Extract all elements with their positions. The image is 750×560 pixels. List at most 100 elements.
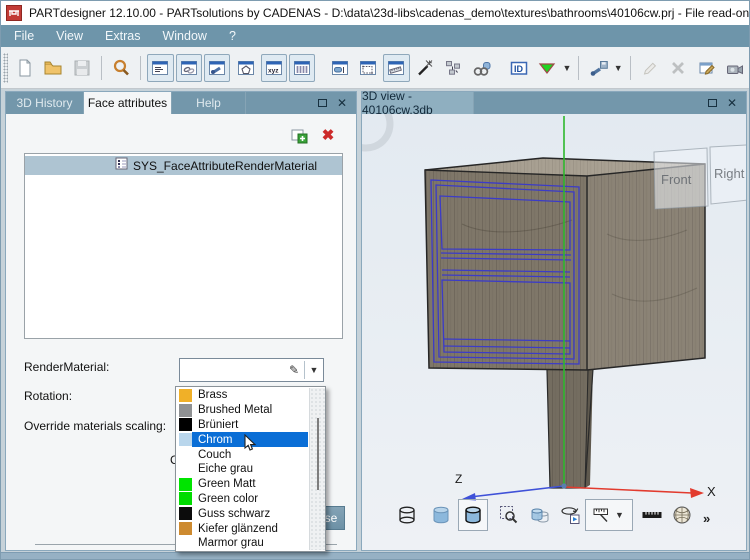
material-option[interactable]: Green Matt [176, 477, 308, 492]
window-3d-history-button[interactable] [147, 54, 173, 82]
override-scaling-label: Override materials scaling: [24, 419, 166, 433]
material-option-label: Couch [192, 447, 308, 462]
window-dimension-button[interactable] [326, 54, 352, 82]
title-bar: PARTdesigner 12.10.00 - PARTsolutions by… [1, 1, 749, 25]
toolbar-separator [630, 56, 631, 80]
search-part-button[interactable] [468, 54, 494, 82]
material-option[interactable]: Brüniert [176, 418, 308, 433]
svg-text:ID: ID [514, 63, 524, 73]
material-option[interactable]: Brushed Metal [176, 403, 308, 418]
attribute-icon [115, 157, 128, 175]
edit-pencil-button[interactable] [637, 54, 663, 82]
material-options: BrassBrushed MetalBrüniertChromCouchEich… [176, 388, 308, 551]
cylinder-wireframe-button[interactable] [392, 499, 422, 531]
dropdown-scrollbar[interactable] [309, 388, 325, 550]
material-option[interactable]: Eiche grau [176, 462, 308, 477]
delete-attribute-button[interactable]: ✖ [318, 126, 338, 146]
edit-material-pencil-icon[interactable]: ✎ [284, 363, 304, 377]
material-option-label: Eiche grau [192, 462, 308, 477]
more-tools-button[interactable]: » [703, 511, 710, 526]
menu-item-window[interactable]: Window [151, 26, 217, 46]
tab-face-attributes[interactable]: Face attributes [84, 92, 172, 114]
window-xyz-button[interactable]: xyz [261, 54, 287, 82]
edit-window-button[interactable] [693, 54, 719, 82]
zoom-fit-button[interactable] [494, 499, 524, 531]
green-arrow-dropdown-caret[interactable]: ▼ [562, 63, 571, 73]
window-link-button[interactable] [176, 54, 202, 82]
svg-text:xyz: xyz [268, 67, 279, 74]
menu-item-file[interactable]: File [3, 26, 45, 46]
attribute-list-item[interactable]: SYS_FaceAttributeRenderMaterial [25, 156, 342, 175]
transparency-button[interactable] [525, 499, 555, 531]
z-axis [470, 486, 564, 497]
material-swatch [179, 389, 192, 402]
save-button[interactable] [68, 54, 94, 82]
3d-scene: X Z Front Right [362, 114, 746, 550]
material-option-label: Brüniert [192, 418, 308, 433]
exploded-view-button[interactable] [440, 54, 466, 82]
screw-save-button[interactable] [585, 54, 611, 82]
window-screw-button[interactable] [204, 54, 230, 82]
material-option[interactable]: Marmor grau [176, 536, 308, 551]
render-material-combobox[interactable]: ✎ ▼ [179, 358, 324, 382]
toolbar-drag-handle[interactable] [3, 53, 8, 83]
open-folder-button[interactable] [40, 54, 66, 82]
z-axis-label: Z [455, 472, 462, 486]
right-panel-header: 3D view - 40106cw.3db ✕ [362, 92, 746, 114]
window-ruler-button[interactable] [383, 54, 409, 82]
tab-help[interactable]: Help [172, 92, 246, 114]
window-selection-button[interactable] [355, 54, 381, 82]
window-title: PARTdesigner 12.10.00 - PARTsolutions by… [29, 6, 750, 20]
material-option[interactable]: Couch [176, 447, 308, 462]
window-table-button[interactable] [289, 54, 315, 82]
measure-tool-button[interactable]: ▼ [585, 499, 633, 531]
maximize-icon [318, 99, 327, 107]
cylinder-shaded-button[interactable] [458, 499, 488, 531]
material-swatch [179, 507, 192, 520]
material-dropdown-list: BrassBrushed MetalBrüniertChromCouchEich… [175, 386, 326, 552]
delete-x-button[interactable] [665, 54, 691, 82]
menu-item-[interactable]: ? [218, 26, 247, 46]
zoom-search-button[interactable] [108, 54, 134, 82]
material-option[interactable]: Guss schwarz [176, 506, 308, 521]
green-arrow-button[interactable] [534, 54, 560, 82]
panel-close-button[interactable]: ✕ [332, 94, 352, 112]
x-axis [564, 487, 692, 493]
attribute-listbox[interactable]: SYS_FaceAttributeRenderMaterial [24, 153, 343, 339]
menu-item-view[interactable]: View [45, 26, 94, 46]
menu-item-extras[interactable]: Extras [94, 26, 151, 46]
material-option[interactable]: Chrom [176, 432, 308, 447]
rotate-animation-button[interactable] [555, 499, 585, 531]
id-button-button[interactable]: ID [506, 54, 532, 82]
material-option[interactable]: Green color [176, 492, 308, 507]
material-swatch [179, 418, 192, 431]
3d-viewport[interactable]: X Z Front Right » ▼ [362, 114, 746, 550]
view-maximize-button[interactable] [702, 94, 722, 112]
screw-save-dropdown-caret[interactable]: ▼ [614, 63, 623, 73]
new-document-button[interactable] [12, 54, 38, 82]
maximize-icon [708, 99, 717, 107]
cylinder-solid-button[interactable] [426, 499, 456, 531]
add-attribute-button[interactable] [290, 127, 310, 147]
view-close-button[interactable]: ✕ [722, 94, 742, 112]
toolbar-separator [101, 56, 102, 80]
material-option[interactable]: Brass [176, 388, 308, 403]
magic-wand-button[interactable] [412, 54, 438, 82]
render-camera-button[interactable] [722, 54, 748, 82]
measure-tool-dropdown-caret[interactable]: ▼ [615, 510, 624, 520]
material-option[interactable]: Kiefer glänzend [176, 521, 308, 536]
tab-3d-view[interactable]: 3D view - 40106cw.3db [362, 92, 474, 114]
panel-maximize-button[interactable] [312, 94, 332, 112]
material-option-label: Marmor grau [192, 536, 308, 551]
tab-3d-history[interactable]: 3D History [6, 92, 84, 114]
material-swatch [179, 404, 192, 417]
view-cube: Front Right [654, 145, 746, 209]
toolbar-separator [140, 56, 141, 80]
scrollbar-thumb[interactable] [317, 418, 319, 490]
mesh-sphere-button[interactable] [667, 499, 697, 531]
ruler-black-button[interactable] [637, 499, 667, 531]
combobox-dropdown-arrow[interactable]: ▼ [305, 365, 323, 375]
window-sketch-button[interactable] [232, 54, 258, 82]
material-option-label: Brushed Metal [192, 403, 308, 418]
material-option-label: Guss schwarz [192, 506, 308, 521]
